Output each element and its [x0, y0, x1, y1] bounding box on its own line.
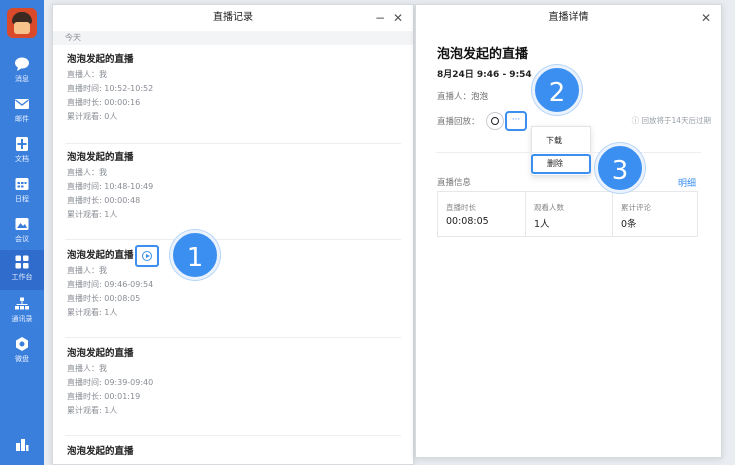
sidebar-item-messages[interactable]: 消息: [0, 52, 44, 92]
record-host: 直播人：我: [67, 266, 107, 275]
host-row: 直播人：泡泡: [437, 90, 488, 102]
sidebar-item-mail[interactable]: 邮件: [0, 92, 44, 132]
play-icon: [142, 251, 152, 261]
document-icon: [16, 137, 28, 151]
close-button[interactable]: ✕: [699, 11, 713, 25]
list-item[interactable]: 泡泡发起的直播 直播人：我 直播时间: 10:48-10:49 直播时长: 00…: [67, 151, 401, 222]
record-title: 泡泡发起的直播: [67, 54, 134, 65]
user-avatar[interactable]: [7, 8, 37, 38]
replay-play-icon[interactable]: [486, 112, 504, 130]
record-duration: 直播时长: 00:01:19: [67, 392, 141, 401]
stat-value: 0条: [621, 219, 637, 230]
divider: [65, 143, 401, 144]
record-title: 泡泡发起的直播: [67, 348, 134, 359]
stat-comments: 累计评论 0条: [612, 192, 699, 236]
replay-play-button[interactable]: [135, 245, 159, 267]
stats-table: 直播时长 00:08:05 观看人数 1人 累计评论 0条: [437, 191, 698, 237]
close-button[interactable]: ✕: [391, 11, 405, 25]
divider: [436, 152, 701, 153]
sidebar-item-label: 微盘: [15, 355, 29, 363]
stat-value: 1人: [534, 219, 550, 230]
sidebar-item-meeting[interactable]: 会议: [0, 212, 44, 252]
cloud-disk-icon: [16, 337, 28, 351]
sidebar-item-label: 会议: [15, 235, 29, 243]
divider: [65, 239, 401, 240]
stat-label: 观看人数: [534, 203, 564, 212]
divider: [65, 337, 401, 338]
section-header: 今天: [53, 31, 413, 45]
workbench-grid-icon: [15, 255, 29, 269]
host-value: 泡泡: [471, 92, 489, 102]
live-records-window: 直播记录 − ✕ 今天 泡泡发起的直播 直播人：我 直播时间: 10:52-10…: [52, 4, 414, 465]
divider: [65, 435, 401, 436]
list-item[interactable]: 泡泡发起的直播 直播人：我 直播时间: 09:39-09:40 直播时长: 00…: [67, 347, 401, 418]
more-options-button[interactable]: ···: [505, 111, 527, 131]
callout-badge-3: 3: [595, 143, 645, 193]
stat-duration: 直播时长 00:08:05: [438, 192, 525, 236]
more-apps-icon[interactable]: [14, 436, 30, 452]
record-duration: 直播时长: 00:00:48: [67, 196, 141, 205]
record-host: 直播人：我: [67, 70, 107, 79]
mail-icon: [15, 99, 29, 109]
menu-item-delete[interactable]: 删除: [531, 154, 591, 174]
callout-badge-1: 1: [170, 230, 220, 280]
live-info-label: 直播信息: [437, 178, 472, 188]
chat-bubble-icon: [15, 57, 29, 71]
record-viewers: 累计观看: 0人: [67, 112, 118, 121]
sidebar-item-label: 日程: [15, 195, 29, 203]
host-label: 直播人：: [437, 92, 472, 102]
app-sidebar: 消息 邮件 文档 日程 会议 工作台 通讯录 微盘: [0, 0, 44, 465]
record-title: 泡泡发起的直播: [67, 152, 134, 163]
sidebar-item-workbench[interactable]: 工作台: [0, 250, 44, 290]
window-title: 直播详情: [548, 12, 589, 23]
meeting-icon: [15, 218, 29, 230]
expire-note: ⓘ 回放将于14天后过期: [631, 116, 711, 125]
list-item[interactable]: 泡泡发起的直播 直播人：我 直播时间: 09:46-09:54 直播时长: 00…: [67, 249, 401, 320]
minimize-button[interactable]: −: [373, 11, 387, 25]
record-viewers: 累计观看: 1人: [67, 308, 118, 317]
record-duration: 直播时长: 00:00:16: [67, 98, 141, 107]
record-duration: 直播时长: 00:08:05: [67, 294, 141, 303]
more-options-menu: 下载 删除: [531, 126, 591, 176]
sidebar-item-disk[interactable]: 微盘: [0, 332, 44, 372]
stat-label: 直播时长: [446, 203, 476, 212]
sidebar-item-contacts[interactable]: 通讯录: [0, 292, 44, 332]
record-title: 泡泡发起的直播: [67, 446, 134, 457]
sidebar-item-label: 邮件: [15, 115, 29, 123]
sidebar-item-label: 文档: [15, 155, 29, 163]
callout-badge-2: 2: [532, 65, 582, 115]
menu-item-download[interactable]: 下载: [532, 131, 590, 151]
live-date: 8月24日 9:46 - 9:54: [437, 70, 532, 80]
sidebar-item-docs[interactable]: 文档: [0, 132, 44, 172]
record-time: 直播时间: 09:39-09:40: [67, 378, 154, 387]
record-host: 直播人：我: [67, 364, 107, 373]
record-host: 直播人：我: [67, 168, 107, 177]
record-time: 直播时间: 10:52-10:52: [67, 84, 154, 93]
record-viewers: 累计观看: 1人: [67, 406, 118, 415]
contacts-icon: [15, 297, 29, 310]
record-time: 直播时间: 09:46-09:54: [67, 280, 154, 289]
record-time: 直播时间: 10:48-10:49: [67, 182, 154, 191]
stat-label: 累计评论: [621, 203, 651, 212]
sidebar-item-label: 工作台: [11, 273, 33, 281]
record-title: 泡泡发起的直播: [67, 250, 134, 261]
stat-viewers: 观看人数 1人: [525, 192, 612, 236]
sidebar-item-calendar[interactable]: 日程: [0, 172, 44, 212]
record-viewers: 累计观看: 1人: [67, 210, 118, 219]
sidebar-item-label: 消息: [15, 75, 29, 83]
sidebar-item-label: 通讯录: [11, 315, 33, 323]
calendar-icon: [15, 178, 29, 190]
replay-label: 直播回放：: [437, 117, 480, 127]
list-item[interactable]: 泡泡发起的直播: [67, 445, 401, 459]
window-title: 直播记录: [213, 12, 253, 23]
details-link[interactable]: 明细: [678, 176, 696, 189]
list-item[interactable]: 泡泡发起的直播 直播人：我 直播时间: 10:52-10:52 直播时长: 00…: [67, 53, 401, 124]
stat-value: 00:08:05: [446, 216, 489, 227]
live-title: 泡泡发起的直播: [437, 47, 529, 62]
